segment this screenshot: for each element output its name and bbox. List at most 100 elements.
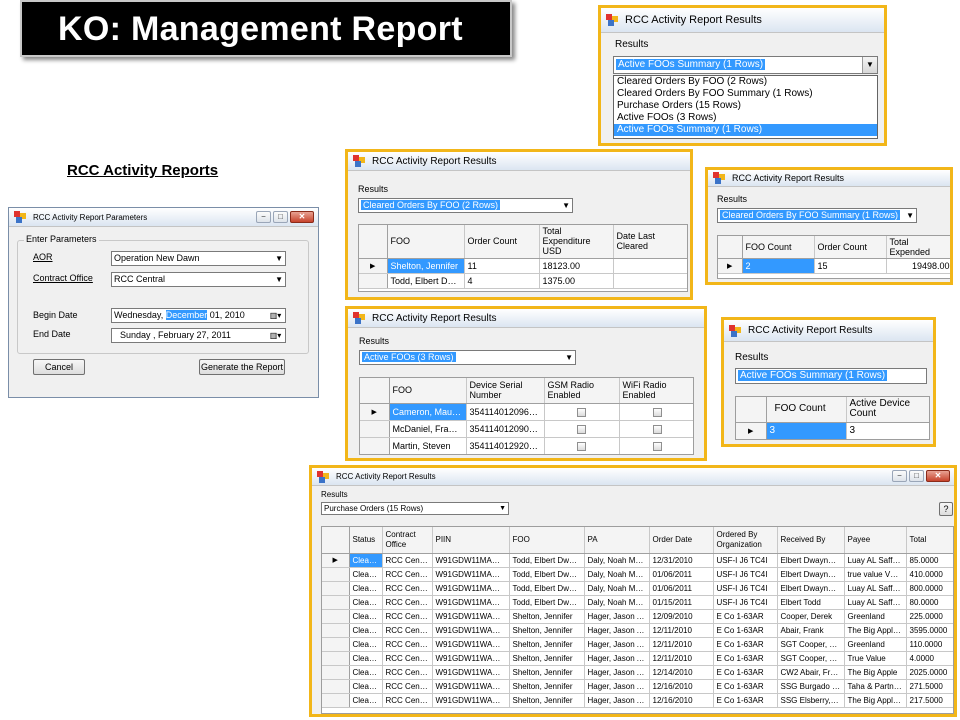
row-header[interactable]	[360, 437, 390, 454]
results-combo[interactable]: Active FOOs Summary (1 Rows)	[735, 368, 927, 384]
table-cell[interactable]: Hager, Jason An...	[584, 609, 650, 624]
table-cell[interactable]: W91GDW11WAG07	[432, 693, 510, 708]
table-cell[interactable]: W91GDW11MAC02	[432, 567, 510, 582]
checkbox-icon[interactable]	[577, 407, 586, 417]
table-cell[interactable]: Daly, Noah Matth...	[584, 553, 650, 568]
table-cell[interactable]: Abair, Frank	[777, 623, 845, 638]
row-pointer-icon[interactable]: ▶	[736, 422, 767, 439]
table-cell[interactable]: Shelton, Jennifer	[509, 637, 585, 652]
table-cell[interactable]: RCC Central	[382, 693, 433, 708]
table-cell[interactable]: RCC Central	[382, 637, 433, 652]
table-cell[interactable]: 3	[846, 422, 929, 439]
table-cell[interactable]: USF-I J6 TC4I	[713, 567, 778, 582]
gsm-radio-checkbox[interactable]	[544, 420, 620, 438]
close-icon[interactable]: ✕	[290, 211, 314, 223]
table-cell[interactable]: Luay AL Saffar a...	[844, 595, 907, 610]
checkbox-icon[interactable]	[577, 424, 586, 434]
aor-combo[interactable]: Operation New Dawn ▼	[111, 251, 286, 266]
table-row[interactable]: Cleared RCC Central W91GDW11MAC02 Todd, Elb…	[322, 567, 953, 582]
row-pointer-icon[interactable]: ▶	[360, 403, 390, 421]
table-cell[interactable]: Todd, Elbert Dwa...	[387, 273, 465, 289]
table-cell[interactable]: Elbert Todd	[777, 595, 845, 610]
table-cell[interactable]: 12/31/2010	[649, 553, 714, 568]
table-cell[interactable]: Shelton, Jennifer	[509, 623, 585, 638]
table-cell[interactable]: SGT Cooper, Der...	[777, 637, 845, 652]
table-cell[interactable]: 85.0000	[906, 553, 953, 568]
table-cell[interactable]: 12/16/2010	[649, 679, 714, 694]
table-cell[interactable]: Shelton, Jennifer	[509, 679, 585, 694]
generate-report-button[interactable]: Generate the Report	[199, 359, 285, 375]
column-header[interactable]: Status	[349, 527, 383, 554]
window-titlebar[interactable]: RCC Activity Report Results	[724, 320, 933, 342]
table-row[interactable]: ▶ Cameron, Maure... 354114012096906	[360, 403, 693, 421]
begin-date-picker[interactable]: Wednesday, December 01, 2010 ▥▾	[111, 308, 286, 323]
table-cell[interactable]: Shelton, Jennifer	[509, 665, 585, 680]
table-cell[interactable]: CW2 Abair, Frank	[777, 665, 845, 680]
checkbox-icon[interactable]	[652, 407, 662, 417]
chevron-down-icon[interactable]: ▼	[906, 209, 914, 222]
table-cell[interactable]: Todd, Elbert Dwayne	[509, 567, 585, 582]
table-cell[interactable]: Luay AL Saffar a...	[844, 553, 907, 568]
column-header[interactable]: WiFi Radio Enabled	[619, 378, 693, 404]
table-cell[interactable]: W91GDW11WAG02	[432, 623, 510, 638]
table-cell[interactable]: 410.0000	[906, 567, 953, 582]
row-header[interactable]	[322, 651, 350, 666]
row-pointer-icon[interactable]: ▶	[359, 258, 388, 274]
table-cell[interactable]: USF-I J6 TC4I	[713, 581, 778, 596]
table-cell[interactable]: Martin, Steven	[389, 437, 467, 454]
table-cell[interactable]: 800.0000	[906, 581, 953, 596]
table-cell[interactable]: 11	[464, 258, 540, 274]
table-cell[interactable]: true value Vbc A...	[844, 567, 907, 582]
row-header[interactable]	[322, 665, 350, 680]
column-header[interactable]: Order Count	[814, 236, 887, 259]
table-cell[interactable]: Hager, Jason An...	[584, 679, 650, 694]
table-cell[interactable]: 19498.00	[886, 258, 950, 274]
row-header[interactable]	[322, 609, 350, 624]
table-cell[interactable]: 3	[766, 422, 847, 439]
chevron-down-icon[interactable]: ▼	[565, 351, 573, 364]
table-cell[interactable]: Luay AL Saffar a...	[844, 581, 907, 596]
table-cell[interactable]: W91GDW11MAC04	[432, 595, 510, 610]
row-header[interactable]	[322, 623, 350, 638]
table-cell[interactable]: W91GDW11MAC01	[432, 553, 510, 568]
table-cell[interactable]: Shelton, Jennifer	[509, 693, 585, 708]
column-header[interactable]: Received By	[777, 527, 845, 554]
column-header[interactable]: Payee	[844, 527, 907, 554]
params-titlebar[interactable]: RCC Activity Report Parameters − □ ✕	[9, 208, 318, 227]
close-icon[interactable]: ✕	[926, 470, 950, 482]
column-header[interactable]: FOO Count	[766, 397, 847, 423]
table-cell[interactable]: 01/06/2011	[649, 581, 714, 596]
table-cell[interactable]: Cleared	[349, 595, 383, 610]
table-cell[interactable]: W91GDW11WAG05	[432, 665, 510, 680]
table-cell[interactable]: 2025.0000	[906, 665, 953, 680]
table-cell[interactable]: Todd, Elbert Dwayne	[509, 581, 585, 596]
begin-date-month[interactable]: December	[165, 310, 208, 320]
table-cell[interactable]: SGT Cooper, Der...	[777, 651, 845, 666]
table-cell[interactable]: 110.0000	[906, 637, 953, 652]
table-cell[interactable]: Cooper, Derek	[777, 609, 845, 624]
results-combo[interactable]: Purchase Orders (15 Rows) ▼	[321, 502, 509, 515]
results-combo[interactable]: Active FOOs Summary (1 Rows) ▼	[613, 56, 878, 74]
table-row[interactable]: Cleared RCC Central W91GDW11WAG04 Shelton, …	[322, 651, 953, 666]
calendar-icon[interactable]: ▥▾	[268, 310, 283, 321]
column-header[interactable]: Total Expenditure USD	[539, 225, 614, 259]
chevron-down-icon[interactable]: ▼	[862, 57, 877, 73]
window-titlebar[interactable]: RCC Activity Report Results	[708, 170, 950, 187]
table-cell[interactable]: Cleared	[349, 553, 383, 568]
chevron-down-icon[interactable]: ▼	[275, 273, 283, 286]
table-row[interactable]: Cleared RCC Central W91GDW11WAG07 Shelton, …	[322, 693, 953, 708]
table-cell[interactable]: McDaniel, Franc...	[389, 420, 467, 438]
row-header[interactable]	[359, 273, 388, 289]
table-cell[interactable]: 354114012096906	[466, 403, 545, 421]
table-cell[interactable]: 12/09/2010	[649, 609, 714, 624]
checkbox-icon[interactable]	[652, 424, 662, 434]
wifi-radio-checkbox[interactable]	[619, 437, 693, 454]
table-cell[interactable]: W91GDW11WAG04	[432, 651, 510, 666]
table-cell[interactable]: True Value	[844, 651, 907, 666]
row-header[interactable]	[322, 595, 350, 610]
column-header[interactable]: Order Date	[649, 527, 714, 554]
table-cell[interactable]: Daly, Noah Matth...	[584, 595, 650, 610]
window-titlebar[interactable]: RCC Activity Report Results − □ ✕	[312, 468, 954, 486]
table-cell[interactable]: 12/14/2010	[649, 665, 714, 680]
wifi-radio-checkbox[interactable]	[619, 403, 693, 421]
